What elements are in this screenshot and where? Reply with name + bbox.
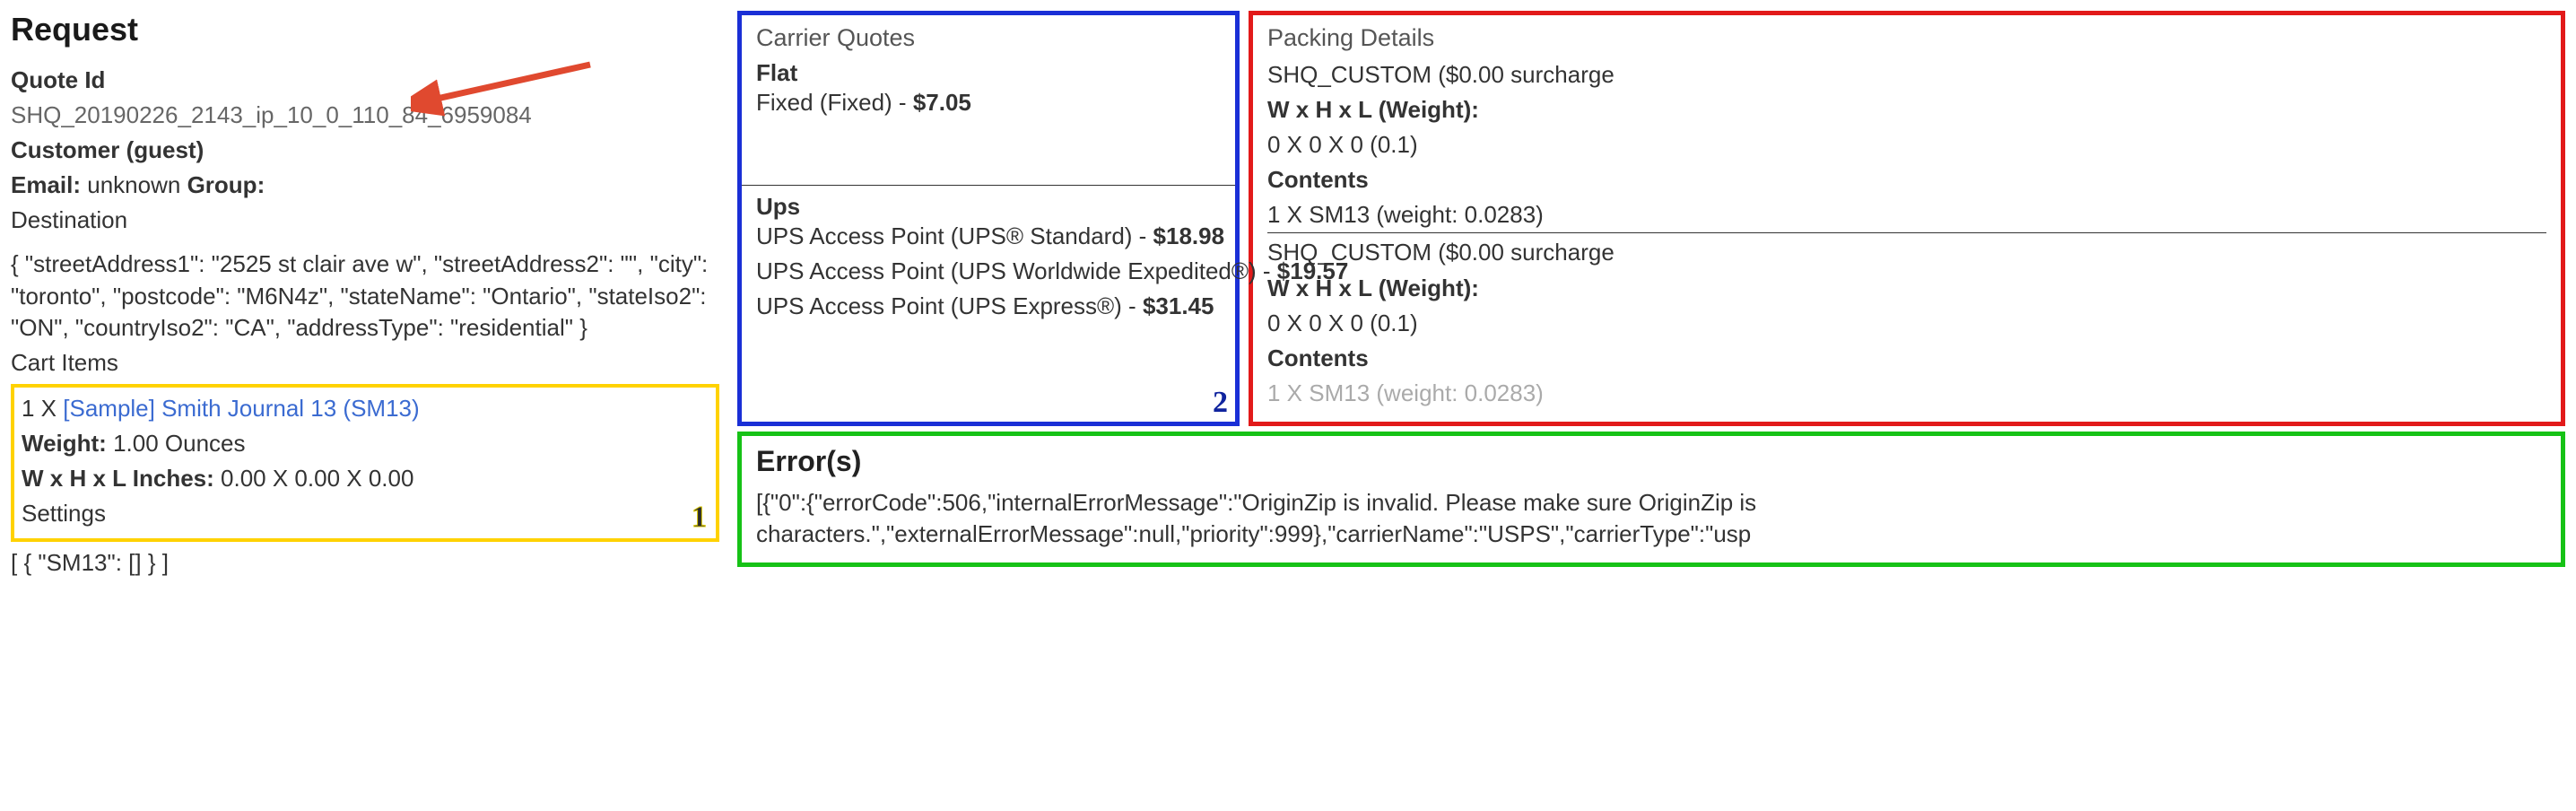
cart-items-box: 1 X [Sample] Smith Journal 13 (SM13) Wei… <box>11 384 719 542</box>
request-panel: Request Quote Id SHQ_20190226_2143_ip_10… <box>11 11 719 582</box>
cart-item-link[interactable]: [Sample] Smith Journal 13 (SM13) <box>63 395 419 422</box>
carrier-ups-name: Ups <box>756 193 1221 221</box>
carrier-flat-name: Flat <box>756 59 1221 87</box>
packing-grp2-dimsvalue: 0 X 0 X 0 (0.1) <box>1267 308 2546 339</box>
ups-price1: $18.98 <box>1153 222 1225 249</box>
ups-price2: $19.57 <box>1277 257 1349 284</box>
annotation-badge-1: 1 <box>692 501 707 535</box>
email-label: Email: <box>11 171 81 198</box>
ups-price3: $31.45 <box>1143 292 1214 319</box>
destination-json: { "streetAddress1": "2525 st clair ave w… <box>11 249 719 343</box>
ups-line2: UPS Access Point (UPS Worldwide Expedite… <box>756 257 1277 284</box>
cart-weight-value: 1.00 Ounces <box>113 430 245 457</box>
email-value: unknown <box>87 171 180 198</box>
request-title: Request <box>11 11 719 48</box>
errors-body: [{"0":{"errorCode":506,"internalErrorMes… <box>756 487 2546 550</box>
errors-title: Error(s) <box>756 445 2546 478</box>
packing-grp1-contentsvalue: 1 X SM13 (weight: 0.0283) <box>1267 199 2546 233</box>
group-label: Group: <box>187 171 265 198</box>
packing-grp2-contentslabel: Contents <box>1267 343 2546 374</box>
settings-json: [ { "SM13": [] } ] <box>11 547 719 579</box>
carrier-flat-price: $7.05 <box>913 89 971 116</box>
errors-panel: Error(s) [{"0":{"errorCode":506,"interna… <box>737 432 2565 567</box>
ups-line1: UPS Access Point (UPS® Standard) - <box>756 222 1153 249</box>
packing-grp1-contentslabel: Contents <box>1267 164 2546 196</box>
quote-id-label: Quote Id <box>11 65 719 96</box>
cart-qty: 1 X <box>22 395 57 422</box>
packing-grp2-contentsvalue: 1 X SM13 (weight: 0.0283) <box>1267 378 2546 409</box>
packing-grp1-dimsvalue: 0 X 0 X 0 (0.1) <box>1267 129 2546 161</box>
packing-grp1-name: SHQ_CUSTOM ($0.00 surcharge <box>1267 59 2546 91</box>
packing-details-panel: Packing Details SHQ_CUSTOM ($0.00 surcha… <box>1249 11 2565 426</box>
cart-weight-label: Weight: <box>22 430 107 457</box>
carrier-quotes-title: Carrier Quotes <box>756 24 1221 52</box>
carrier-flat-line: Fixed (Fixed) - <box>756 89 913 116</box>
packing-grp2-name: SHQ_CUSTOM ($0.00 surcharge <box>1267 237 2546 268</box>
cart-items-label: Cart Items <box>11 347 719 379</box>
cart-dims-value: 0.00 X 0.00 X 0.00 <box>221 465 413 492</box>
carrier-quotes-panel: Carrier Quotes Flat Fixed (Fixed) - $7.0… <box>737 11 1240 426</box>
destination-label: Destination <box>11 205 719 236</box>
cart-dims-label: W x H x L Inches: <box>22 465 214 492</box>
packing-title: Packing Details <box>1267 24 2546 52</box>
customer-label: Customer (guest) <box>11 135 719 166</box>
carrier-divider <box>742 185 1235 186</box>
quote-id-value: SHQ_20190226_2143_ip_10_0_110_84_6959084 <box>11 100 719 131</box>
ups-line3: UPS Access Point (UPS Express®) - <box>756 292 1143 319</box>
annotation-badge-2: 2 <box>1213 386 1228 420</box>
packing-grp1-dimslabel: W x H x L (Weight): <box>1267 94 2546 126</box>
cart-settings-label: Settings <box>22 498 709 529</box>
packing-grp2-dimslabel: W x H x L (Weight): <box>1267 273 2546 304</box>
